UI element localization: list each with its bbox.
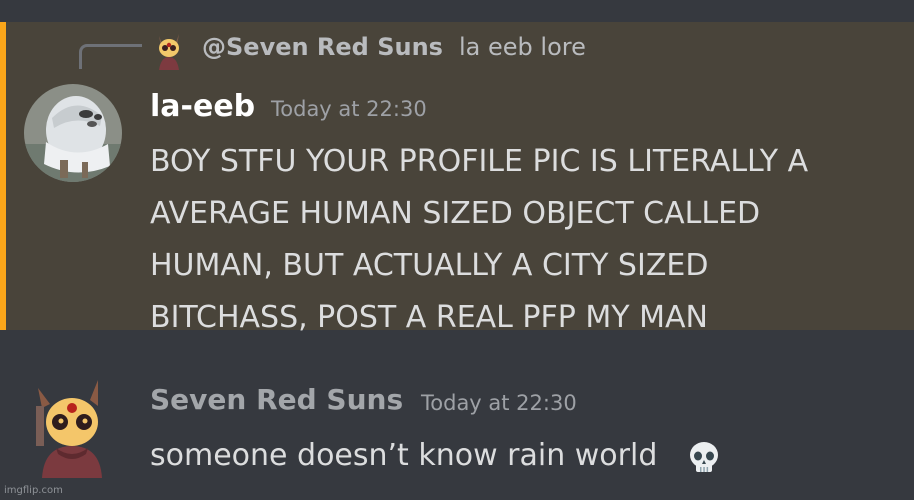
reply-author-name[interactable]: @Seven Red Suns: [202, 33, 443, 61]
la-eeb-avatar-icon[interactable]: [24, 84, 122, 182]
chat-window: @Seven Red Suns la eeb lore la-eeb Today…: [0, 0, 914, 500]
message-author-name[interactable]: Seven Red Suns: [150, 383, 403, 416]
message-content: BOY STFU YOUR PROFILE PIC IS LITERALLY A…: [150, 144, 809, 335]
message-author-name[interactable]: la-eeb: [150, 89, 255, 124]
reply-avatar-icon[interactable]: [151, 30, 187, 70]
message-content: someone doesn’t know rain world: [150, 438, 658, 473]
mention-indicator-bar: [0, 22, 6, 330]
watermark: imgflip.com: [4, 485, 63, 496]
message-timestamp: Today at 22:30: [271, 97, 427, 121]
message-timestamp: Today at 22:30: [421, 391, 577, 415]
reply-preview-text[interactable]: la eeb lore: [459, 33, 586, 61]
reply-connector-line: [79, 44, 142, 69]
skull-emoji-icon: [690, 442, 718, 472]
seven-red-suns-avatar-icon[interactable]: [20, 378, 120, 478]
